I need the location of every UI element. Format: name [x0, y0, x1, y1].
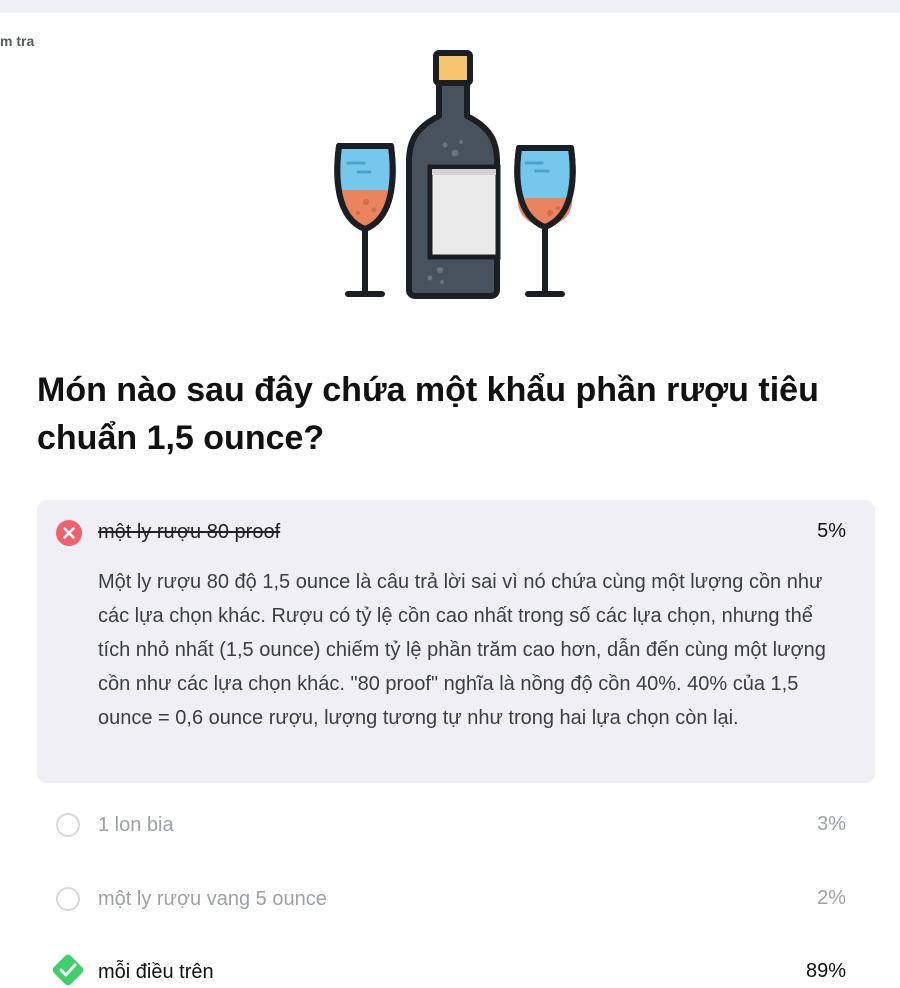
answer-explanation: Một ly rượu 80 độ 1,5 ounce là câu trả l…	[98, 571, 826, 729]
option-label-2[interactable]: 1 lon bia	[98, 814, 174, 837]
x-circle-icon	[56, 520, 82, 546]
option-label-1[interactable]: một ly rượu 80 proof	[98, 521, 280, 544]
question-title: Món nào sau đây chứa một khẩu phần rượu …	[37, 371, 819, 457]
option-percent-2: 3%	[817, 813, 846, 835]
radio-empty-icon[interactable]	[56, 887, 80, 911]
left-wine-glass-icon	[334, 143, 396, 297]
right-wine-glass-icon	[514, 145, 576, 297]
wine-bottle-icon	[406, 50, 501, 299]
option-percent-3: 2%	[817, 887, 846, 909]
breadcrumb[interactable]: m tra	[0, 33, 34, 49]
option-percent-1: 5%	[817, 520, 846, 542]
option-label-4[interactable]: mỗi điều trên	[98, 961, 214, 984]
check-diamond-icon	[52, 954, 84, 986]
top-bar	[0, 0, 900, 13]
wine-bottle-and-glasses-illustration	[334, 50, 576, 299]
radio-empty-icon[interactable]	[56, 813, 80, 837]
option-label-3[interactable]: một ly rượu vang 5 ounce	[98, 888, 327, 911]
